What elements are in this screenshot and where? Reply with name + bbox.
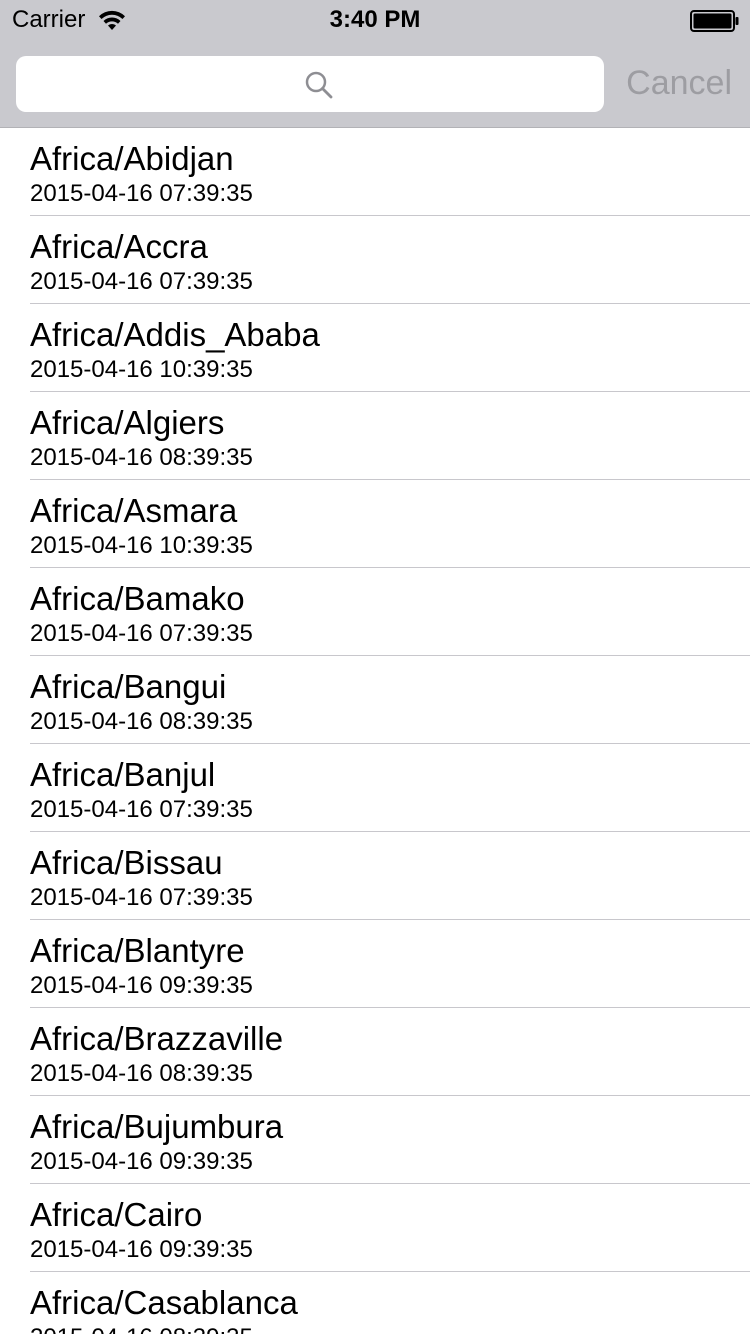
list-item[interactable]: Africa/Cairo 2015-04-16 09:39:35: [0, 1184, 750, 1272]
search-icon: [305, 71, 333, 99]
timezone-name: Africa/Bangui: [30, 668, 227, 705]
timezone-time: 2015-04-16 09:39:35: [30, 1148, 253, 1175]
timezone-list: Africa/Abidjan 2015-04-16 07:39:35 Africa/…: [0, 128, 750, 1334]
list-item[interactable]: Africa/Asmara 2015-04-16 10:39:35: [0, 480, 750, 568]
timezone-name: Africa/Asmara: [30, 492, 238, 529]
timezone-name: Africa/Bujumbura: [30, 1108, 284, 1145]
timezone-name: Africa/Abidjan: [30, 140, 234, 177]
timezone-time: 2015-04-16 08:39:35: [30, 708, 253, 735]
timezone-name: Africa/Blantyre: [30, 932, 245, 969]
timezone-name: Africa/Banjul: [30, 756, 216, 793]
list-item[interactable]: Africa/Abidjan 2015-04-16 07:39:35: [0, 128, 750, 216]
list-item[interactable]: Africa/Addis_Ababa 2015-04-16 10:39:35: [0, 304, 750, 392]
list-item[interactable]: Africa/Bangui 2015-04-16 08:39:35: [0, 656, 750, 744]
timezone-time: 2015-04-16 10:39:35: [30, 356, 253, 383]
timezone-name: Africa/Bamako: [30, 580, 245, 617]
timezone-time: 2015-04-16 09:39:35: [30, 1236, 253, 1263]
timezone-time: 2015-04-16 07:39:35: [30, 180, 253, 207]
timezone-time: 2015-04-16 07:39:35: [30, 796, 253, 823]
timezone-time: 2015-04-16 07:39:35: [30, 268, 253, 295]
list-item[interactable]: Africa/Algiers 2015-04-16 08:39:35: [0, 392, 750, 480]
timezone-name: Africa/Accra: [30, 228, 208, 265]
battery-full-icon: [690, 10, 739, 32]
list-item[interactable]: Africa/Banjul 2015-04-16 07:39:35: [0, 744, 750, 832]
timezone-name: Africa/Addis_Ababa: [30, 316, 320, 353]
timezone-time: 2015-04-16 08:39:35: [30, 444, 253, 471]
search-field[interactable]: [16, 56, 604, 112]
timezone-name: Africa/Casablanca: [30, 1284, 298, 1321]
timezone-name: Africa/Brazzaville: [30, 1020, 284, 1057]
timezone-name: Africa/Bissau: [30, 844, 223, 881]
status-time: 3:40 PM: [329, 6, 421, 33]
list-item[interactable]: Africa/Accra 2015-04-16 07:39:35: [0, 216, 750, 304]
list-item[interactable]: Africa/Bissau 2015-04-16 07:39:35: [0, 832, 750, 920]
timezone-time: 2015-04-16 10:39:35: [30, 532, 253, 559]
list-item[interactable]: Africa/Blantyre 2015-04-16 09:39:35: [0, 920, 750, 1008]
timezone-name: Africa/Cairo: [30, 1196, 203, 1233]
list-item[interactable]: Africa/Bamako 2015-04-16 07:39:35: [0, 568, 750, 656]
timezone-time: 2015-04-16 07:39:35: [30, 884, 253, 911]
search-bar: Cancel: [0, 40, 750, 128]
timezone-name: Africa/Algiers: [30, 404, 225, 441]
list-item[interactable]: Africa/Bujumbura 2015-04-16 09:39:35: [0, 1096, 750, 1184]
timezone-time: 2015-04-16 08:39:35: [30, 1060, 253, 1087]
timezone-time: 2015-04-16 07:39:35: [30, 620, 253, 647]
screen: Carrier 3:40 PM Cancel Africa/Abidjan 201…: [0, 0, 750, 1334]
cancel-button[interactable]: Cancel: [626, 62, 732, 104]
status-bar: Carrier 3:40 PM: [0, 0, 750, 40]
timezone-time: 2015-04-16 09:39:35: [30, 972, 253, 999]
list-item[interactable]: Africa/Casablanca 2015-04-16 08:39:35: [0, 1272, 750, 1334]
timezone-time: 2015-04-16 08:39:35: [30, 1324, 253, 1334]
list-item[interactable]: Africa/Brazzaville 2015-04-16 08:39:35: [0, 1008, 750, 1096]
